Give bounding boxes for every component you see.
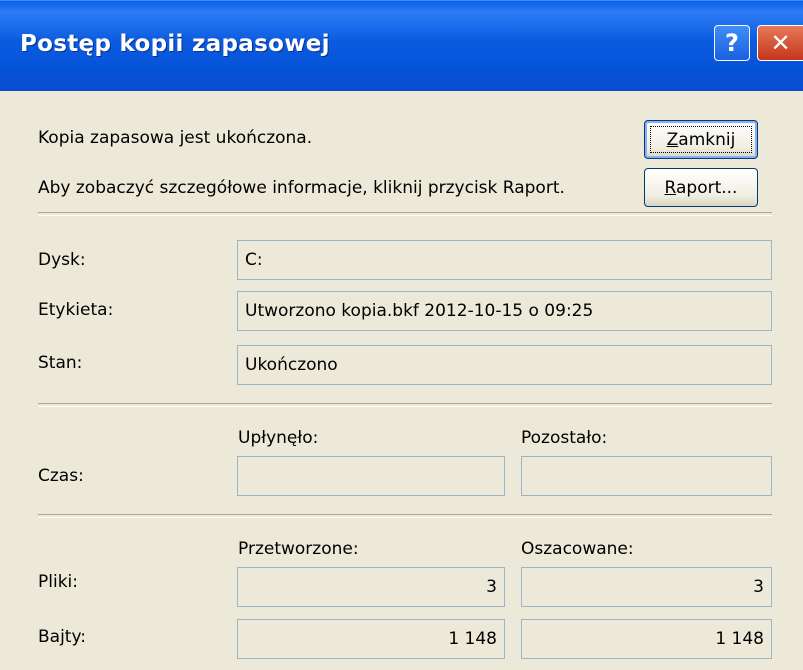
- files-estimated-field: 3: [521, 567, 772, 607]
- close-button[interactable]: Zamknij: [644, 120, 758, 159]
- drive-label: Dysk:: [38, 250, 86, 270]
- processed-header: Przetworzone:: [238, 539, 359, 559]
- elapsed-header: Upłynęło:: [238, 428, 319, 448]
- remaining-field: [521, 456, 772, 496]
- state-label: Stan:: [38, 353, 83, 373]
- report-button-label: Raport...: [664, 177, 738, 198]
- time-label: Czas:: [38, 466, 84, 486]
- files-label: Pliki:: [38, 572, 78, 592]
- bytes-label: Bajty:: [38, 627, 87, 647]
- bytes-processed-field: 1 148: [237, 619, 505, 659]
- files-processed-field: 3: [237, 567, 505, 607]
- state-field: Ukończono: [237, 345, 772, 385]
- status-message: Kopia zapasowa jest ukończona.: [38, 128, 313, 148]
- drive-field: C:: [237, 240, 772, 280]
- close-icon: ✕: [770, 29, 791, 57]
- separator: [38, 403, 772, 407]
- remaining-header: Pozostało:: [521, 428, 608, 448]
- window-title: Postęp kopii zapasowej: [20, 31, 330, 57]
- report-hint: Aby zobaczyć szczegółowe informacje, kli…: [38, 178, 565, 198]
- separator: [38, 212, 772, 216]
- window-close-button[interactable]: ✕: [757, 25, 803, 61]
- bytes-estimated-field: 1 148: [521, 619, 772, 659]
- tag-label: Etykieta:: [38, 300, 114, 320]
- help-button[interactable]: ?: [714, 25, 750, 61]
- report-button[interactable]: Raport...: [644, 168, 758, 207]
- help-icon: ?: [725, 29, 739, 57]
- focus-rectangle: [650, 126, 752, 153]
- separator: [38, 514, 772, 518]
- tag-field: Utworzono kopia.bkf 2012-10-15 o 09:25: [237, 291, 772, 331]
- estimated-header: Oszacowane:: [521, 539, 634, 559]
- title-bar[interactable]: Postęp kopii zapasowej ? ✕: [0, 0, 803, 91]
- elapsed-field: [237, 456, 505, 496]
